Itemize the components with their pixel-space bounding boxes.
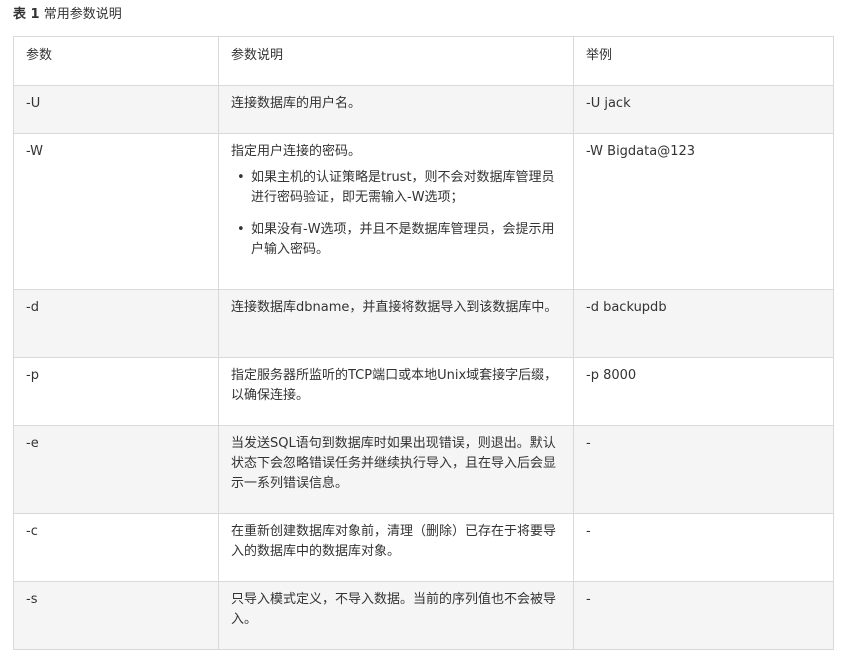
param-cell: -d: [13, 289, 219, 358]
description-cell: 指定服务器所监听的TCP端口或本地Unix域套接字后缀，以确保连接。: [218, 357, 574, 426]
param-cell: -W: [13, 133, 219, 290]
param-cell: -c: [13, 513, 219, 582]
example-cell: -: [573, 425, 834, 514]
header-param: 参数: [13, 36, 219, 86]
table-caption-prefix: 表 1: [13, 7, 40, 22]
parameter-table: 参数 参数说明 举例 -U 连接数据库的用户名。 -U jack -W 指定用户…: [13, 36, 834, 650]
bullet-text: 如果主机的认证策略是trust，则不会对数据库管理员进行密码验证，即无需输入-W…: [251, 170, 555, 205]
table-row: -W 指定用户连接的密码。 • 如果主机的认证策略是trust，则不会对数据库管…: [13, 133, 834, 290]
description-cell: 连接数据库dbname，并直接将数据导入到该数据库中。: [218, 289, 574, 358]
description-cell: 当发送SQL语句到数据库时如果出现错误，则退出。默认状态下会忽略错误任务并继续执…: [218, 425, 574, 514]
example-cell: -: [573, 513, 834, 582]
param-cell: -e: [13, 425, 219, 514]
table-caption-text: 常用参数说明: [43, 7, 122, 22]
description-cell: 只导入模式定义，不导入数据。当前的序列值也不会被导入。: [218, 581, 574, 650]
description-bullet-list: • 如果主机的认证策略是trust，则不会对数据库管理员进行密码验证，即无需输入…: [231, 168, 561, 260]
example-cell: -: [573, 581, 834, 650]
example-cell: -d backupdb: [573, 289, 834, 358]
list-item: • 如果没有-W选项，并且不是数据库管理员，会提示用户输入密码。: [237, 220, 561, 260]
header-example: 举例: [573, 36, 834, 86]
param-cell: -s: [13, 581, 219, 650]
description-cell: 指定用户连接的密码。 • 如果主机的认证策略是trust，则不会对数据库管理员进…: [218, 133, 574, 290]
example-cell: -U jack: [573, 85, 834, 134]
table-header-row: 参数 参数说明 举例: [13, 36, 834, 86]
description-text: 指定用户连接的密码。: [231, 144, 362, 159]
header-description: 参数说明: [218, 36, 574, 86]
description-cell: 在重新创建数据库对象前，清理（删除）已存在于将要导入的数据库中的数据库对象。: [218, 513, 574, 582]
table-row: -e 当发送SQL语句到数据库时如果出现错误，则退出。默认状态下会忽略错误任务并…: [13, 425, 834, 514]
table-row: -p 指定服务器所监听的TCP端口或本地Unix域套接字后缀，以确保连接。 -p…: [13, 357, 834, 426]
list-item: • 如果主机的认证策略是trust，则不会对数据库管理员进行密码验证，即无需输入…: [237, 168, 561, 208]
table-row: -d 连接数据库dbname，并直接将数据导入到该数据库中。 -d backup…: [13, 289, 834, 358]
example-cell: -p 8000: [573, 357, 834, 426]
param-cell: -U: [13, 85, 219, 134]
table-row: -c 在重新创建数据库对象前，清理（删除）已存在于将要导入的数据库中的数据库对象…: [13, 513, 834, 582]
description-cell: 连接数据库的用户名。: [218, 85, 574, 134]
param-cell: -p: [13, 357, 219, 426]
table-row: -s 只导入模式定义，不导入数据。当前的序列值也不会被导入。 -: [13, 581, 834, 650]
bullet-text: 如果没有-W选项，并且不是数据库管理员，会提示用户输入密码。: [251, 222, 555, 257]
bullet-icon: •: [237, 222, 245, 237]
table-caption: 表 1 常用参数说明: [13, 6, 122, 24]
table-row: -U 连接数据库的用户名。 -U jack: [13, 85, 834, 134]
example-cell: -W Bigdata@123: [573, 133, 834, 290]
bullet-icon: •: [237, 170, 245, 185]
